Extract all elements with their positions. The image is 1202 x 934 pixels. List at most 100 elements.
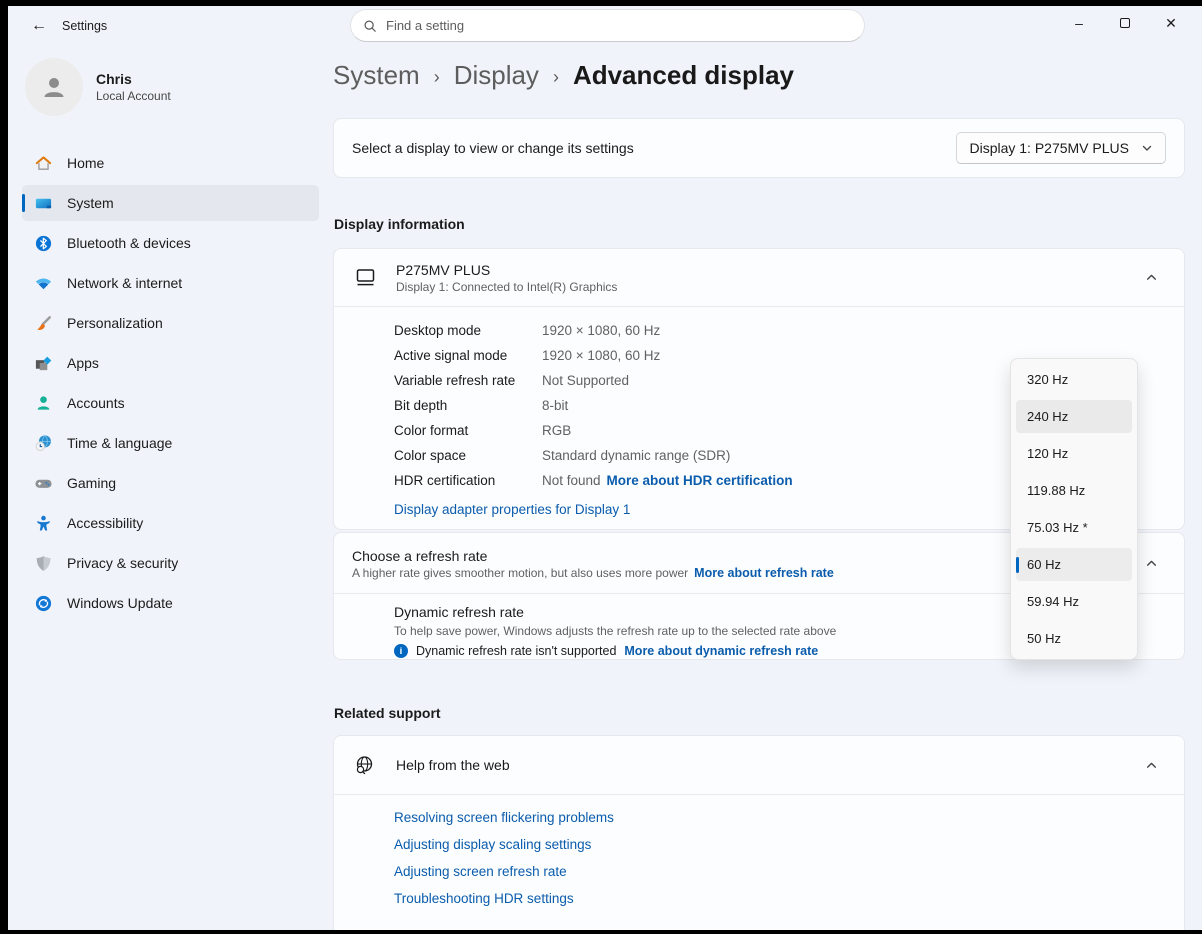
windows-update-icon [34, 594, 53, 613]
help-link-hdr-settings[interactable]: Troubleshooting HDR settings [394, 891, 1184, 906]
person-icon [39, 72, 69, 102]
home-icon [34, 154, 53, 173]
sidebar-item-label: Network & internet [67, 275, 182, 291]
refresh-rate-subtitle: A higher rate gives smoother motion, but… [352, 566, 688, 580]
help-link-display-scaling[interactable]: Adjusting display scaling settings [394, 837, 1184, 852]
more-about-refresh-rate-link[interactable]: More about refresh rate [694, 566, 834, 580]
row-value: 8-bit [542, 398, 568, 413]
sidebar-item-label: Time & language [67, 435, 172, 451]
breadcrumb-separator: › [553, 64, 559, 88]
menu-item-240hz[interactable]: 240 Hz [1011, 398, 1137, 435]
chevron-up-icon[interactable] [1145, 271, 1158, 284]
sidebar-item-gaming[interactable]: Gaming [22, 465, 319, 501]
screen-edge-bottom [0, 930, 1202, 934]
refresh-rate-title: Choose a refresh rate [352, 548, 834, 564]
select-display-label: Select a display to view or change its s… [352, 140, 634, 156]
breadcrumb-system[interactable]: System [333, 60, 420, 91]
sidebar-item-network-internet[interactable]: Network & internet [22, 265, 319, 301]
display-adapter-properties-link[interactable]: Display adapter properties for Display 1 [394, 502, 630, 517]
row-value: RGB [542, 423, 571, 438]
row-label: Active signal mode [394, 348, 542, 363]
info-icon: i [394, 644, 408, 658]
window-controls: – ✕ [1056, 6, 1194, 40]
display-selector-dropdown[interactable]: Display 1: P275MV PLUS [956, 132, 1166, 164]
sidebar-item-accounts[interactable]: Accounts [22, 385, 319, 421]
close-button[interactable]: ✕ [1148, 6, 1194, 40]
dynamic-refresh-rate-status: Dynamic refresh rate isn't supported [416, 644, 616, 658]
sidebar-item-home[interactable]: Home [22, 145, 319, 181]
sidebar-item-personalization[interactable]: Personalization [22, 305, 319, 341]
row-label: Variable refresh rate [394, 373, 542, 388]
selected-indicator [22, 194, 25, 212]
screen-edge-top [0, 0, 1202, 6]
menu-item-50hz[interactable]: 50 Hz [1011, 620, 1137, 657]
sidebar-item-label: Accessibility [67, 515, 143, 531]
apps-icon [34, 354, 53, 373]
breadcrumb: System › Display › Advanced display [333, 60, 794, 91]
related-support-heading: Related support [334, 705, 441, 721]
sidebar-item-time-language[interactable]: Time & language [22, 425, 319, 461]
menu-item-120hz[interactable]: 120 Hz [1011, 435, 1137, 472]
bluetooth-icon [34, 234, 53, 253]
sidebar-nav: Home System Bluetooth & devices Network … [22, 145, 319, 625]
sidebar-item-label: Apps [67, 355, 99, 371]
menu-item-60hz[interactable]: 60 Hz [1011, 546, 1137, 583]
row-label: Desktop mode [394, 323, 542, 338]
wifi-icon [34, 274, 53, 293]
menu-item-59-94hz[interactable]: 59.94 Hz [1011, 583, 1137, 620]
sidebar-item-system[interactable]: System [22, 185, 319, 221]
page-title: Advanced display [573, 60, 794, 91]
row-label: Color space [394, 448, 542, 463]
chevron-up-icon[interactable] [1145, 557, 1158, 570]
help-link-refresh-rate[interactable]: Adjusting screen refresh rate [394, 864, 1184, 879]
sidebar-item-label: Accounts [67, 395, 125, 411]
maximize-button[interactable] [1102, 6, 1148, 40]
accessibility-icon [34, 514, 53, 533]
minimize-button[interactable]: – [1056, 6, 1102, 40]
row-label: Color format [394, 423, 542, 438]
user-account-type: Local Account [96, 89, 171, 103]
more-about-dynamic-refresh-rate-link[interactable]: More about dynamic refresh rate [624, 644, 818, 658]
sidebar-item-windows-update[interactable]: Windows Update [22, 585, 319, 621]
sidebar-item-apps[interactable]: Apps [22, 345, 319, 381]
avatar [25, 58, 83, 116]
display-information-heading: Display information [334, 216, 465, 232]
maximize-icon [1120, 18, 1130, 28]
breadcrumb-display[interactable]: Display [454, 60, 539, 91]
hdr-certification-link[interactable]: More about HDR certification [607, 473, 793, 488]
menu-item-119-88hz[interactable]: 119.88 Hz [1011, 472, 1137, 509]
sidebar-item-label: Windows Update [67, 595, 173, 611]
sidebar-item-label: System [67, 195, 114, 211]
sidebar-item-privacy-security[interactable]: Privacy & security [22, 545, 319, 581]
sidebar-item-accessibility[interactable]: Accessibility [22, 505, 319, 541]
breadcrumb-separator: › [434, 64, 440, 88]
sidebar-item-label: Bluetooth & devices [67, 235, 191, 251]
help-header[interactable]: Help from the web [334, 736, 1184, 794]
gaming-icon [34, 474, 53, 493]
chevron-down-icon [1141, 142, 1153, 154]
display-device-subtitle: Display 1: Connected to Intel(R) Graphic… [396, 280, 617, 294]
chevron-up-icon[interactable] [1145, 759, 1158, 772]
row-label: HDR certification [394, 473, 542, 488]
sidebar-item-label: Personalization [67, 315, 163, 331]
sidebar-item-label: Privacy & security [67, 555, 178, 571]
row-value: 1920 × 1080, 60 Hz [542, 323, 660, 338]
display-info-header[interactable]: P275MV PLUS Display 1: Connected to Inte… [334, 249, 1184, 306]
time-language-icon [34, 434, 53, 453]
row-label: Bit depth [394, 398, 542, 413]
help-card-title: Help from the web [396, 757, 510, 773]
row-value: Not found [542, 473, 601, 488]
brush-icon [34, 314, 53, 333]
table-row: Desktop mode1920 × 1080, 60 Hz [394, 318, 1184, 343]
display-selector-value: Display 1: P275MV PLUS [969, 140, 1129, 156]
display-device-name: P275MV PLUS [396, 262, 617, 278]
menu-item-75-03hz[interactable]: 75.03 Hz * [1011, 509, 1137, 546]
user-name: Chris [96, 71, 171, 87]
help-link-screen-flickering[interactable]: Resolving screen flickering problems [394, 810, 1184, 825]
row-value: Standard dynamic range (SDR) [542, 448, 730, 463]
user-profile[interactable]: Chris Local Account [25, 58, 171, 116]
sidebar-item-label: Home [67, 155, 104, 171]
menu-item-320hz[interactable]: 320 Hz [1011, 361, 1137, 398]
sidebar-item-bluetooth-devices[interactable]: Bluetooth & devices [22, 225, 319, 261]
help-card: Help from the web Resolving screen flick… [333, 735, 1185, 934]
